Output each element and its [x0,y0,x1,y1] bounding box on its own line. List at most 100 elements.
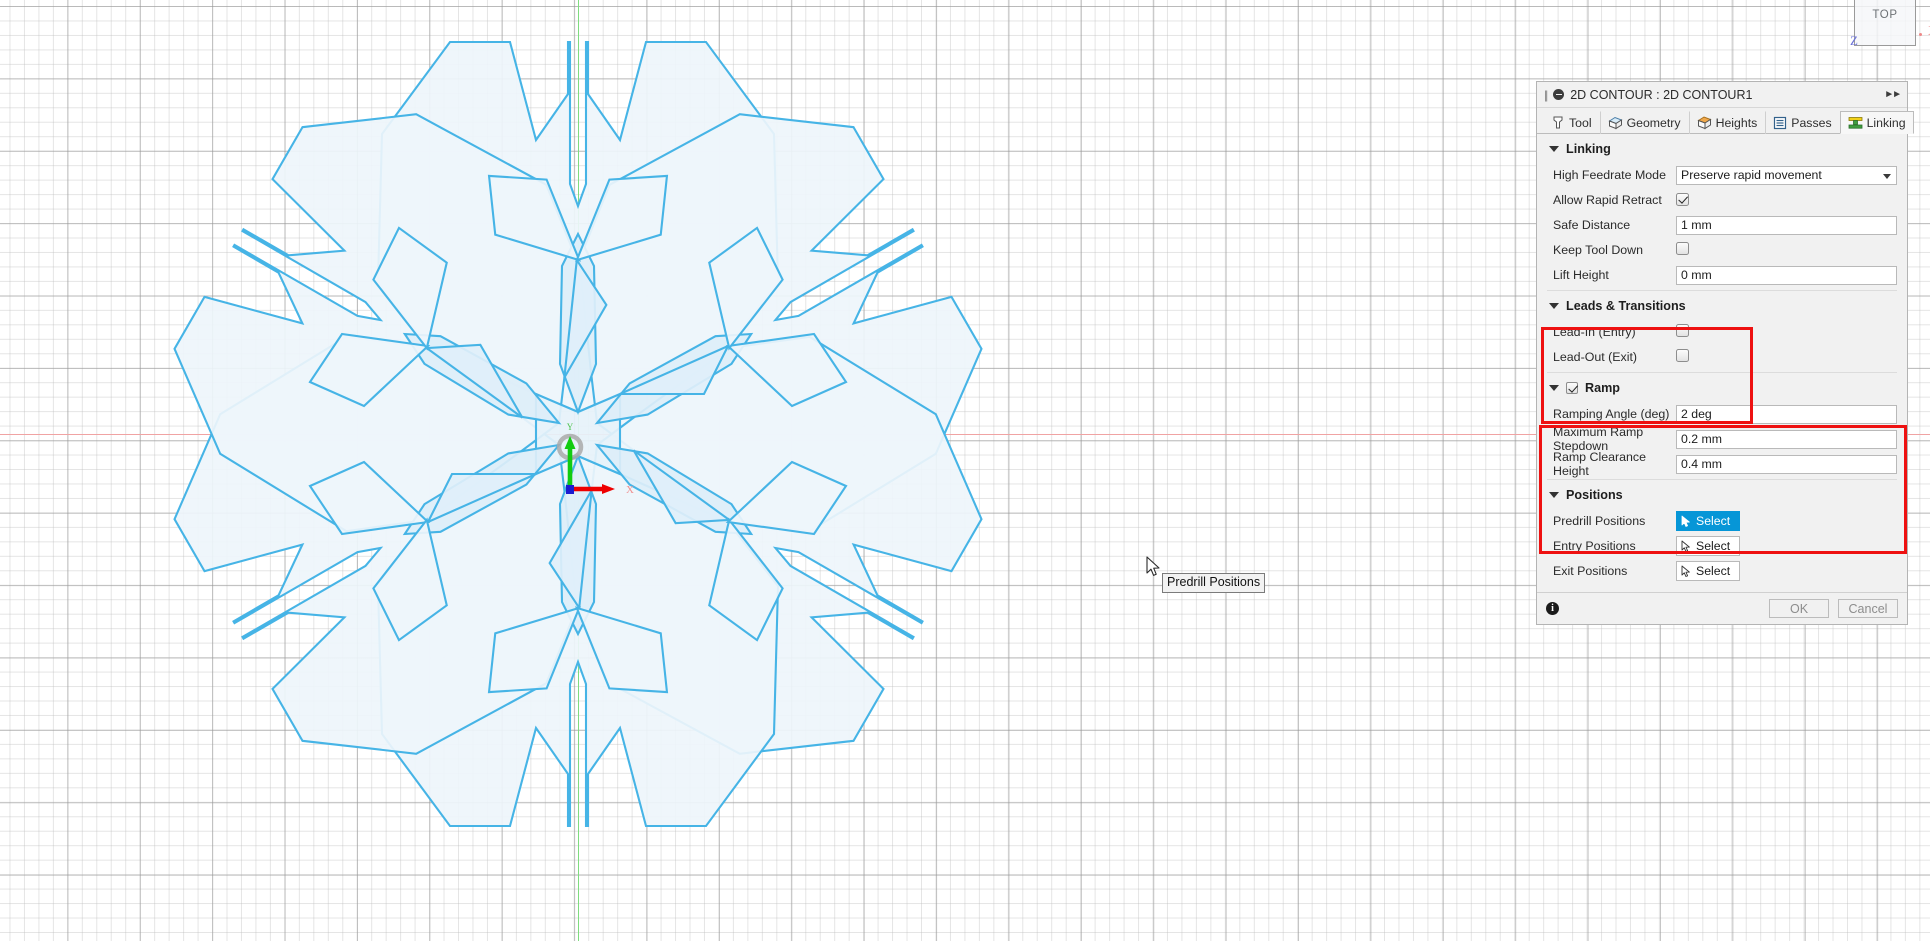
operation-settings-panel[interactable]: || 2D CONTOUR : 2D CONTOUR1 ►► Tool Geom… [1536,81,1914,625]
section-linking-title: Linking [1566,142,1611,156]
row-entry-positions: Entry Positions Select [1547,534,1897,558]
ramping-angle-label: Ramping Angle (deg) [1553,407,1670,421]
collapse-triangle-icon[interactable] [1549,303,1559,309]
tab-heights-label: Heights [1715,116,1758,130]
collapse-triangle-icon[interactable] [1549,492,1559,498]
select-cursor-icon [1681,565,1690,577]
minus-circle-icon[interactable] [1553,89,1565,100]
lead-out-label: Lead-Out (Exit) [1553,350,1638,364]
high-feedrate-mode-select[interactable]: Preserve rapid movement [1676,165,1897,185]
section-ramp-header[interactable]: Ramp [1547,373,1897,402]
lead-in-label: Lead-In (Entry) [1553,325,1636,339]
cursor-tooltip: Predrill Positions [1162,573,1266,593]
collapse-triangle-icon[interactable] [1549,385,1559,391]
section-ramp: Ramp Ramping Angle (deg) Maximum Ramp St… [1537,373,1907,480]
exit-positions-label: Exit Positions [1553,564,1628,578]
section-leads-title: Leads & Transitions [1566,299,1686,313]
view-cube-origin-dot [1919,33,1922,36]
ok-button[interactable]: OK [1769,599,1829,618]
maximum-ramp-stepdown-label: Maximum Ramp Stepdown [1553,425,1644,453]
linking-icon [1848,116,1862,129]
collapse-triangle-icon[interactable] [1549,146,1559,152]
entry-positions-select-label: Select [1696,539,1731,553]
view-cube-z-axis-label: Z [1850,33,1858,48]
origin-y-label: Y [567,422,574,432]
maximum-ramp-stepdown-input[interactable] [1676,429,1897,449]
ramp-enable-checkbox[interactable] [1566,382,1578,394]
keep-tool-down-checkbox[interactable] [1676,242,1689,255]
tab-tool-label: Tool [1569,116,1592,130]
row-lift-height: Lift Height [1547,263,1897,287]
info-icon[interactable]: i [1546,602,1559,615]
entry-positions-select-button[interactable]: Select [1676,536,1741,556]
section-linking: Linking High Feedrate Mode Preserve rapi… [1537,134,1907,291]
tab-tool[interactable]: Tool [1543,111,1600,134]
predrill-positions-label: Predrill Positions [1553,514,1646,528]
panel-drag-grip[interactable]: || [1544,88,1548,102]
panel-title-bar[interactable]: || 2D CONTOUR : 2D CONTOUR1 ►► [1537,82,1907,108]
section-linking-header[interactable]: Linking [1547,134,1897,163]
row-maximum-ramp-stepdown: Maximum Ramp Stepdown [1547,425,1897,453]
section-leads-transitions: Leads & Transitions Lead-In (Entry) Lead… [1537,291,1907,373]
cancel-button[interactable]: Cancel [1838,599,1898,618]
predrill-positions-select-label: Select [1696,514,1731,528]
row-lead-in: Lead-In (Entry) [1547,320,1897,344]
ramp-clearance-height-input[interactable] [1676,454,1897,474]
tab-geometry-label: Geometry [1626,116,1681,130]
high-feedrate-mode-value: Preserve rapid movement [1681,167,1822,182]
mouse-cursor-icon [1146,556,1160,576]
tool-icon [1553,116,1563,129]
row-safe-distance: Safe Distance [1547,213,1897,237]
exit-positions-select-label: Select [1696,564,1731,578]
geometry-icon [1607,116,1623,130]
tab-passes[interactable]: Passes [1765,111,1839,134]
tab-passes-label: Passes [1791,116,1832,130]
section-leads-header[interactable]: Leads & Transitions [1547,291,1897,320]
row-ramping-angle: Ramping Angle (deg) [1547,402,1897,426]
row-ramp-clearance-height: Ramp Clearance Height [1547,450,1897,478]
section-ramp-title: Ramp [1585,381,1620,395]
exit-positions-select-button[interactable]: Select [1676,561,1741,581]
lift-height-input[interactable] [1676,265,1897,285]
origin-x-label: X [626,484,634,496]
section-positions-header[interactable]: Positions [1547,480,1897,509]
view-cube-face-label: TOP [1872,9,1898,21]
panel-title-text: 2D CONTOUR : 2D CONTOUR1 [1570,87,1753,102]
footer-button-group: OK Cancel [1769,599,1898,618]
panel-body: Linking High Feedrate Mode Preserve rapi… [1537,134,1907,592]
allow-rapid-retract-checkbox[interactable] [1676,193,1689,206]
allow-rapid-retract-label: Allow Rapid Retract [1553,193,1662,207]
heights-icon [1696,116,1712,130]
tab-linking-label: Linking [1866,115,1906,130]
predrill-positions-select-button[interactable]: Select [1676,511,1741,531]
row-predrill-positions: Predrill Positions Select [1547,509,1897,533]
safe-distance-input[interactable] [1676,215,1897,235]
chevron-down-icon[interactable] [1883,173,1891,179]
ramping-angle-input[interactable] [1676,404,1897,424]
double-chevron-right-icon[interactable]: ►► [1884,89,1902,100]
row-exit-positions: Exit Positions Select [1547,559,1897,583]
tab-geometry[interactable]: Geometry [1599,111,1689,134]
safe-distance-label: Safe Distance [1553,218,1631,232]
ramp-clearance-height-label: Ramp Clearance Height [1553,450,1646,478]
passes-icon [1774,116,1787,130]
tab-heights[interactable]: Heights [1688,111,1766,134]
lift-height-label: Lift Height [1553,268,1609,282]
lead-out-checkbox[interactable] [1676,349,1689,362]
select-cursor-icon [1681,540,1690,552]
row-high-feedrate-mode: High Feedrate Mode Preserve rapid moveme… [1547,163,1897,187]
panel-tab-bar[interactable]: Tool Geometry Heights Passes Linking [1537,108,1914,134]
keep-tool-down-label: Keep Tool Down [1553,243,1644,257]
row-allow-rapid-retract: Allow Rapid Retract [1547,188,1897,212]
select-cursor-icon [1681,515,1690,527]
view-cube[interactable]: TOP [1854,0,1916,46]
entry-positions-label: Entry Positions [1553,539,1636,553]
tab-linking[interactable]: Linking [1839,111,1914,134]
high-feedrate-mode-label: High Feedrate Mode [1553,168,1666,182]
origin-triad[interactable]: Y X [520,400,650,510]
lead-in-checkbox[interactable] [1676,324,1689,337]
section-positions: Positions Predrill Positions Select Entr… [1537,480,1907,592]
row-keep-tool-down: Keep Tool Down [1547,238,1897,262]
section-positions-title: Positions [1566,488,1623,502]
panel-footer: i OK Cancel [1537,592,1907,624]
